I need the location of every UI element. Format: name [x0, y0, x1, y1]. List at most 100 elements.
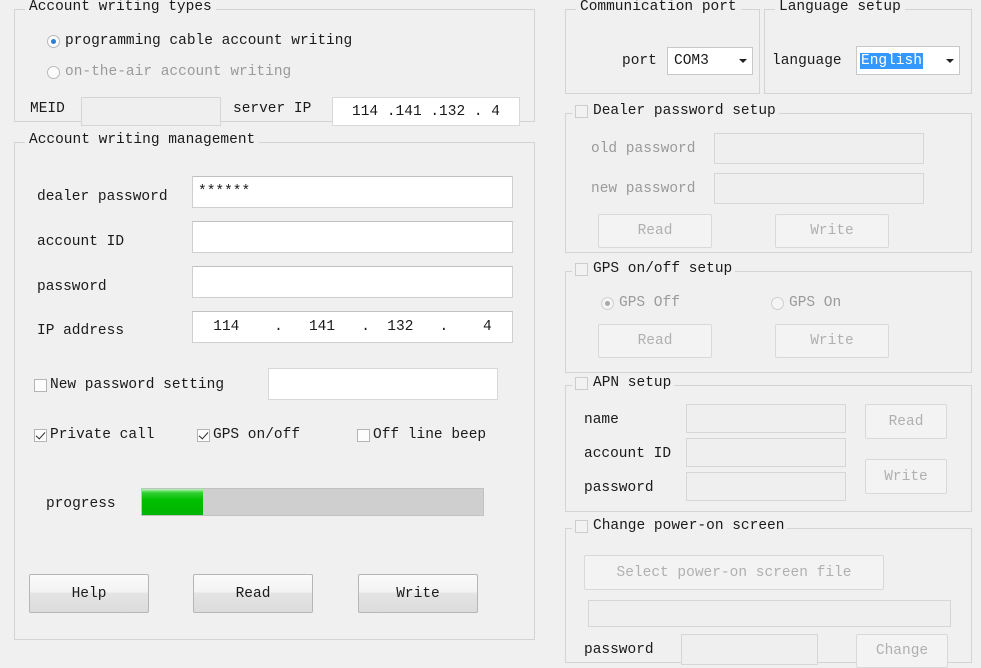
dealer-password-write-button[interactable]: Write	[775, 214, 889, 248]
radio-gps-on[interactable]: GPS On	[771, 295, 841, 311]
power-on-screen-header: Change power-on screen	[572, 518, 788, 534]
meid-input[interactable]	[81, 97, 221, 126]
dealer-password-setup-header: Dealer password setup	[572, 103, 779, 119]
apn-account-id-input[interactable]	[686, 438, 846, 467]
gps-setup-title: GPS on/off setup	[593, 261, 733, 277]
password-label: password	[37, 279, 107, 295]
checkbox-box-gps-onoff	[197, 429, 210, 442]
apn-password-label: password	[584, 480, 654, 496]
gps-read-button[interactable]: Read	[598, 324, 712, 358]
apn-name-input[interactable]	[686, 404, 846, 433]
meid-label: MEID	[30, 101, 65, 117]
select-power-on-screen-file-button[interactable]: Select power-on screen file	[584, 555, 884, 590]
new-password-label: new password	[591, 181, 696, 197]
gps-write-label: Write	[810, 333, 854, 349]
language-setup-title: Language setup	[775, 0, 905, 15]
apn-setup-checkbox[interactable]	[575, 376, 591, 390]
progress-label: progress	[46, 496, 116, 512]
checkbox-box-new-password-setting	[34, 379, 47, 392]
dealer-password-read-label: Read	[637, 223, 673, 239]
checkbox-box-apn-setup	[575, 376, 588, 390]
apn-setup-title: APN setup	[593, 375, 672, 391]
account-id-label: account ID	[37, 234, 125, 250]
language-setup-group: Language setup language English	[764, 0, 972, 94]
communication-port-title: Communication port	[576, 0, 741, 15]
apn-write-button[interactable]: Write	[865, 459, 947, 494]
power-on-screen-password-input[interactable]	[681, 634, 818, 665]
apn-setup-group: APN setup name account ID password Read …	[565, 375, 972, 512]
gps-setup-header: GPS on/off setup	[572, 261, 736, 277]
server-ip-label: server IP	[233, 101, 312, 117]
checkbox-box-gps-setup	[575, 262, 588, 276]
gps-onoff-label: GPS on/off	[213, 427, 301, 443]
apn-read-label: Read	[888, 413, 924, 430]
gps-setup-checkbox[interactable]	[575, 262, 591, 276]
power-on-screen-checkbox[interactable]	[575, 519, 591, 533]
language-combobox[interactable]: English	[856, 46, 960, 75]
account-writing-types-title: Account writing types	[25, 0, 216, 15]
password-input[interactable]	[192, 266, 513, 298]
new-password-setting-checkbox[interactable]: New password setting	[34, 378, 224, 393]
new-password-setting-label: New password setting	[50, 377, 225, 393]
off-line-beep-checkbox[interactable]: Off line beep	[357, 428, 486, 443]
dealer-password-setup-checkbox[interactable]	[575, 104, 591, 118]
radio-label-gps-off: GPS Off	[619, 295, 680, 311]
language-combobox-value: English	[860, 52, 923, 69]
radio-label-on-the-air: on-the-air account writing	[65, 64, 292, 80]
power-on-screen-change-label: Change	[875, 643, 929, 659]
checkbox-box-dealer-password-setup	[575, 104, 588, 118]
radio-label-programming-cable: programming cable account writing	[65, 33, 353, 49]
private-call-checkbox[interactable]: Private call	[34, 428, 154, 443]
radio-dot-gps-on	[771, 296, 784, 310]
chevron-down-icon[interactable]	[733, 48, 752, 74]
account-id-input[interactable]	[192, 221, 513, 253]
power-on-screen-change-button[interactable]: Change	[856, 634, 948, 668]
old-password-input[interactable]	[714, 133, 924, 164]
dealer-password-setup-title: Dealer password setup	[593, 103, 776, 119]
dealer-password-write-label: Write	[810, 223, 854, 239]
gps-read-label: Read	[637, 333, 673, 349]
dealer-password-setup-group: Dealer password setup old password new p…	[565, 103, 972, 253]
dealer-password-read-button[interactable]: Read	[598, 214, 712, 248]
power-on-screen-password-label: password	[584, 642, 654, 658]
dealer-password-input[interactable]	[192, 176, 513, 208]
account-writing-management-group: Account writing management dealer passwo…	[14, 132, 535, 640]
power-on-screen-group: Change power-on screen Select power-on s…	[565, 518, 972, 668]
select-power-on-screen-file-label: Select power-on screen file	[616, 564, 852, 581]
power-on-screen-file-path-input[interactable]	[588, 600, 951, 627]
radio-programming-cable[interactable]: programming cable account writing	[47, 33, 352, 49]
chevron-down-icon[interactable]	[940, 47, 959, 74]
account-writing-types-group: Account writing types programming cable …	[14, 0, 535, 126]
apn-write-label: Write	[884, 468, 928, 485]
help-button-label: Help	[71, 585, 107, 602]
apn-setup-header: APN setup	[572, 375, 675, 391]
apn-password-input[interactable]	[686, 472, 846, 501]
private-call-label: Private call	[50, 427, 155, 443]
help-button[interactable]: Help	[29, 574, 149, 613]
progress-bar	[141, 488, 484, 516]
dealer-password-label: dealer password	[37, 189, 168, 205]
new-password-input[interactable]	[714, 173, 924, 204]
radio-label-gps-on: GPS On	[789, 295, 842, 311]
ip-address-input[interactable]	[192, 311, 513, 343]
ip-address-label: IP address	[37, 323, 125, 339]
read-button[interactable]: Read	[193, 574, 313, 613]
server-ip-input[interactable]	[332, 97, 520, 126]
read-button-label: Read	[235, 585, 271, 602]
checkbox-box-private-call	[34, 429, 47, 442]
progress-bar-fill	[142, 489, 204, 515]
new-password-setting-input[interactable]	[268, 368, 498, 400]
write-button[interactable]: Write	[358, 574, 478, 613]
radio-on-the-air[interactable]: on-the-air account writing	[47, 64, 291, 80]
apn-read-button[interactable]: Read	[865, 404, 947, 439]
gps-onoff-checkbox[interactable]: GPS on/off	[197, 428, 300, 443]
power-on-screen-title: Change power-on screen	[593, 518, 785, 534]
radio-gps-off[interactable]: GPS Off	[601, 295, 680, 311]
gps-setup-group: GPS on/off setup GPS Off GPS On Read Wri…	[565, 261, 972, 373]
language-label: language	[772, 53, 842, 69]
write-button-label: Write	[396, 585, 440, 602]
radio-dot-programming-cable	[47, 34, 60, 48]
gps-write-button[interactable]: Write	[775, 324, 889, 358]
port-combobox[interactable]: COM3	[667, 47, 753, 75]
radio-dot-gps-off	[601, 296, 614, 310]
